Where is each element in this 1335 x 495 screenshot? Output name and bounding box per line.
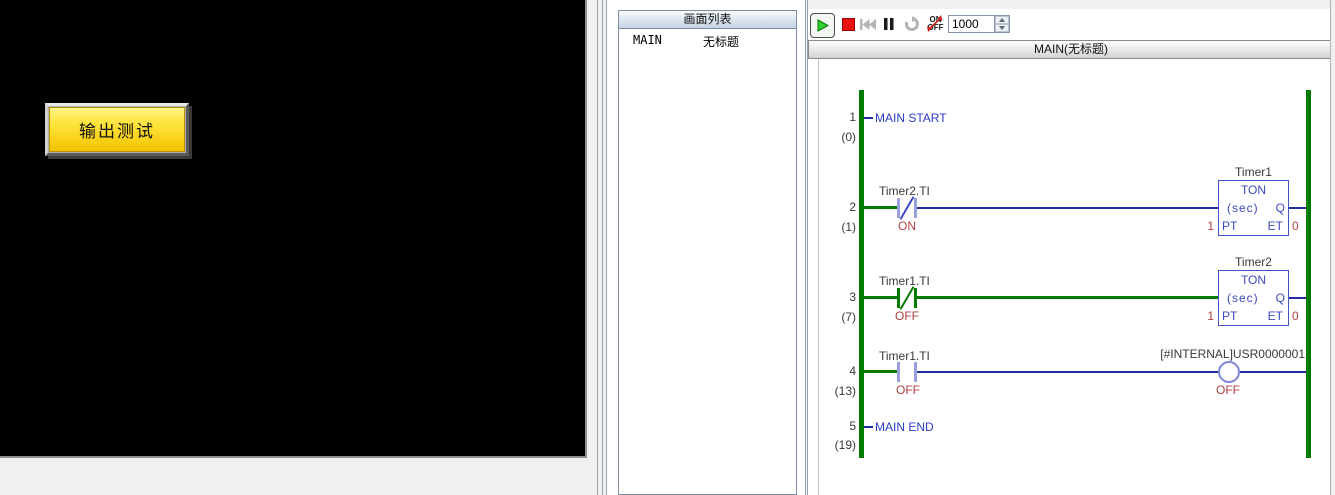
chevron-down-icon — [999, 26, 1005, 30]
contact-name: Timer2.TI — [879, 184, 930, 198]
wire-energized — [862, 206, 897, 209]
contact-bar — [897, 288, 900, 308]
screen-list-panel: 画面列表 MAIN 无标题 — [618, 10, 797, 495]
wire-q-output — [1289, 297, 1306, 299]
ton-et-label: ET — [1268, 309, 1283, 323]
rewind-icon — [859, 18, 877, 31]
contact-state: OFF — [896, 383, 920, 397]
ton-block-name: Timer1 — [1218, 165, 1289, 179]
window-right-strip — [1331, 0, 1335, 495]
window-divider-line — [602, 0, 603, 495]
ton-type: TON — [1219, 183, 1288, 197]
rung-number: 4 — [820, 364, 856, 378]
refresh-icon — [903, 16, 921, 32]
ton-block-timer2[interactable]: TON (sec) Q PT ET — [1218, 270, 1289, 326]
spinner-buttons — [994, 16, 1009, 32]
coil-usr0000001[interactable] — [1218, 361, 1240, 383]
ladder-title-bar: MAIN(无标题) — [808, 40, 1334, 59]
contact-state: ON — [898, 219, 916, 233]
run-button[interactable] — [810, 13, 835, 38]
contact-name: Timer1.TI — [879, 274, 930, 288]
ton-pt-value: 1 — [1188, 309, 1214, 323]
rung-tick-wire — [864, 426, 873, 428]
rung-label-main-end[interactable]: MAIN END — [875, 420, 934, 434]
onoff-toggle-button[interactable]: ON OFF — [925, 13, 946, 35]
rung-label-main-start[interactable]: MAIN START — [875, 111, 947, 125]
ton-pt-value: 1 — [1188, 219, 1214, 233]
ton-unit: (sec) — [1227, 291, 1259, 305]
wire-energized — [917, 296, 1218, 299]
ton-et-value: 0 — [1292, 309, 1299, 323]
right-power-rail — [1306, 90, 1311, 458]
contact-bar — [897, 198, 900, 218]
canvas-margin-line — [818, 59, 819, 495]
reset-rewind-button[interactable] — [859, 18, 877, 31]
wire-idle — [917, 207, 1218, 209]
output-test-button[interactable]: 输出测试 — [45, 103, 189, 156]
left-power-rail — [859, 90, 864, 458]
ton-q-label: Q — [1276, 201, 1285, 215]
ton-q-label: Q — [1276, 291, 1285, 305]
rung-number: 5 — [820, 419, 856, 433]
contact-state: OFF — [895, 309, 919, 323]
onoff-arrows-icon — [925, 13, 946, 35]
window-divider-line — [597, 0, 598, 495]
ton-pt-label: PT — [1222, 309, 1237, 323]
spin-down-button[interactable] — [995, 24, 1009, 32]
screen-list-window: 画面列表 MAIN 无标题 — [606, 0, 806, 495]
ton-pt-label: PT — [1222, 219, 1237, 233]
scan-interval-spinner — [948, 15, 1010, 33]
output-test-button-face: 输出测试 — [49, 107, 185, 152]
output-test-button-label: 输出测试 — [79, 117, 155, 142]
coil-state: OFF — [1216, 383, 1240, 397]
wire-idle — [917, 371, 1218, 373]
rung-number: 3 — [820, 290, 856, 304]
ton-type: TON — [1219, 273, 1288, 287]
play-icon — [816, 19, 829, 32]
app-root: 输出测试 画面列表 MAIN 无标题 — [0, 0, 1335, 495]
ladder-title: MAIN(无标题) — [1034, 42, 1108, 56]
contact-bar — [897, 362, 900, 382]
window-top-strip — [808, 0, 1335, 9]
hmi-screen: 输出测试 — [0, 0, 587, 458]
rung-step: (7) — [820, 310, 856, 324]
rung-step: (1) — [820, 220, 856, 234]
rung-tick-wire — [864, 117, 873, 119]
rung-step: (0) — [820, 130, 856, 144]
wire-energized — [862, 370, 897, 373]
screen-list-title: 画面列表 — [619, 11, 796, 29]
pause-icon — [883, 17, 895, 31]
wire-coil-output — [1240, 371, 1306, 373]
stop-button[interactable] — [842, 18, 855, 31]
ton-et-value: 0 — [1292, 219, 1299, 233]
screen-list-row-main[interactable]: MAIN 无标题 — [619, 32, 796, 49]
scan-interval-input[interactable] — [949, 16, 994, 32]
coil-name: [#INTERNAL]USR0000001 — [1135, 347, 1305, 361]
wire-q-output — [1289, 207, 1306, 209]
screen-title: 无标题 — [703, 33, 739, 50]
pause-button[interactable] — [883, 17, 895, 31]
ton-block-timer1[interactable]: TON (sec) Q PT ET — [1218, 180, 1289, 236]
screen-name: MAIN — [633, 33, 662, 47]
contact-name: Timer1.TI — [879, 349, 930, 363]
wire-energized — [862, 296, 897, 299]
spin-up-button[interactable] — [995, 16, 1009, 24]
rung-number: 1 — [820, 110, 856, 124]
ton-block-name: Timer2 — [1218, 255, 1289, 269]
rung-step: (13) — [820, 384, 856, 398]
rung-number: 2 — [820, 200, 856, 214]
step-refresh-button[interactable] — [903, 16, 921, 32]
ton-unit: (sec) — [1227, 201, 1259, 215]
ton-et-label: ET — [1268, 219, 1283, 233]
chevron-up-icon — [999, 18, 1005, 22]
rung-step: (19) — [820, 438, 856, 452]
